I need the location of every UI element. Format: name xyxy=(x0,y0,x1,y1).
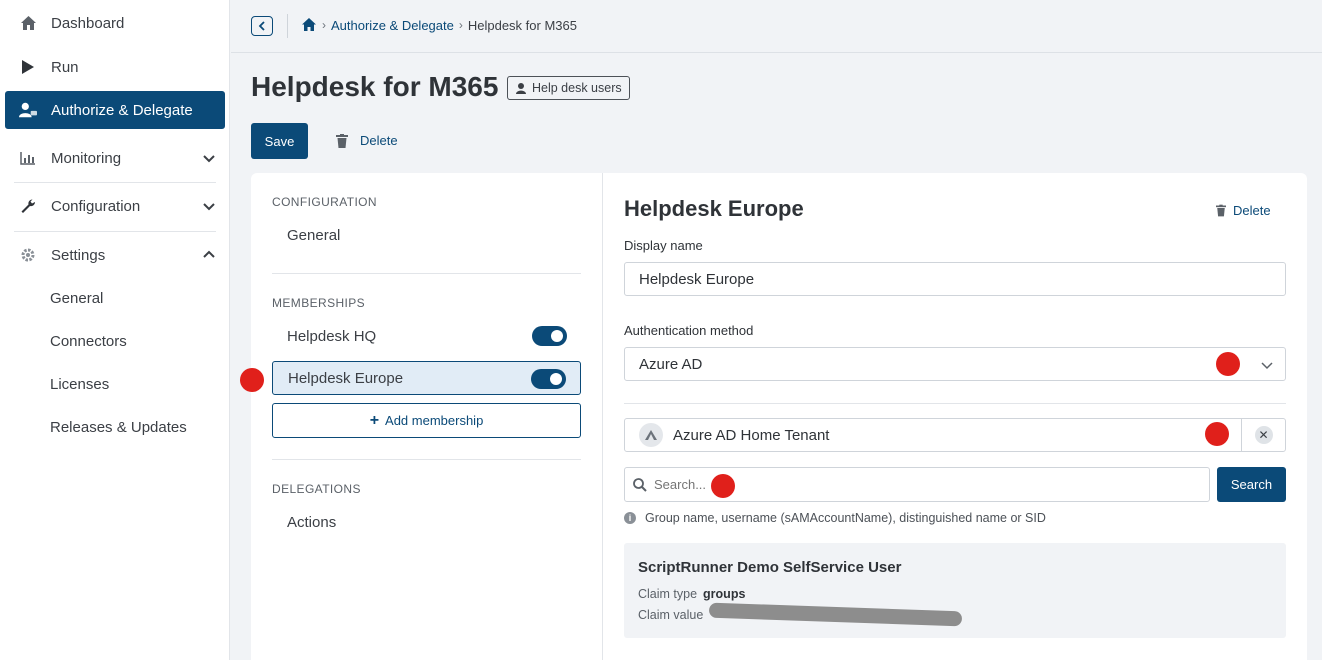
sidebar-item-label: Configuration xyxy=(51,197,141,215)
membership-title: Helpdesk Europe xyxy=(624,196,804,221)
marker-dot xyxy=(1216,352,1240,376)
auth-method-value: Azure AD xyxy=(639,355,703,373)
membership-label: Helpdesk Europe xyxy=(288,369,404,387)
membership-item-selected[interactable]: Helpdesk Europe xyxy=(272,361,581,395)
membership-toggle[interactable] xyxy=(532,326,567,346)
trash-icon xyxy=(336,133,348,148)
close-icon: ✕ xyxy=(1254,426,1273,444)
marker-dot xyxy=(240,368,264,392)
display-name-field[interactable]: Helpdesk Europe xyxy=(624,262,1286,296)
breadcrumb-current: Helpdesk for M365 xyxy=(467,17,577,33)
delete-membership-button[interactable]: Delete xyxy=(1216,203,1271,218)
claim-type-label: Claim type xyxy=(638,587,698,601)
back-button[interactable] xyxy=(251,16,273,36)
marker-dot xyxy=(1205,422,1229,446)
editor-panel: CONFIGURATION General MEMBERSHIPS Helpde… xyxy=(251,173,1307,660)
home-icon xyxy=(19,14,37,32)
section-delegations: DELEGATIONS xyxy=(272,482,361,496)
claim-value-row: Claim value xyxy=(638,608,703,622)
user-key-icon xyxy=(19,101,37,119)
delegation-item-actions[interactable]: Actions xyxy=(287,514,336,531)
delete-label: Delete xyxy=(1233,203,1271,218)
sidebar-item-configuration[interactable]: Configuration xyxy=(5,187,225,225)
display-name-label: Display name xyxy=(624,238,703,253)
sidebar-sub-licenses[interactable]: Licenses xyxy=(50,376,109,393)
sidebar-sub-releases-updates[interactable]: Releases & Updates xyxy=(50,419,187,436)
breadcrumb-separator: › xyxy=(458,18,463,32)
section-memberships: MEMBERSHIPS xyxy=(272,296,366,310)
add-membership-label: Add membership xyxy=(385,413,484,428)
display-name-value: Helpdesk Europe xyxy=(639,270,755,288)
chevron-left-icon xyxy=(258,21,265,31)
play-icon xyxy=(19,58,37,76)
chevron-down-icon[interactable] xyxy=(1259,357,1275,373)
claim-type-value: groups xyxy=(703,587,746,601)
home-icon[interactable] xyxy=(301,17,317,33)
info-icon: i xyxy=(624,512,636,524)
sidebar-item-authorize-delegate[interactable]: Authorize & Delegate xyxy=(5,91,225,129)
wrench-icon xyxy=(19,197,37,215)
breadcrumb: › Authorize & Delegate › Helpdesk for M3… xyxy=(301,17,577,33)
user-icon xyxy=(515,82,527,94)
sidebar-item-dashboard[interactable]: Dashboard xyxy=(5,4,225,42)
nav-divider xyxy=(14,231,216,232)
clear-tenant-button[interactable]: ✕ xyxy=(1241,419,1285,451)
section-divider xyxy=(624,403,1286,404)
save-button[interactable]: Save xyxy=(251,123,308,159)
topbar: › Authorize & Delegate › Helpdesk for M3… xyxy=(231,0,1322,53)
chevron-down-icon[interactable] xyxy=(201,198,217,214)
page-title: Helpdesk for M365 xyxy=(251,71,499,102)
breadcrumb-authorize-delegate[interactable]: Authorize & Delegate xyxy=(331,18,454,33)
section-divider xyxy=(272,459,581,460)
azure-icon xyxy=(639,423,663,447)
hint-text: Group name, username (sAMAccountName), d… xyxy=(645,511,1046,525)
chart-icon xyxy=(19,149,37,167)
search-button[interactable]: Search xyxy=(1217,467,1286,502)
sidebar-item-run[interactable]: Run xyxy=(5,48,225,86)
add-membership-button[interactable]: + Add membership xyxy=(272,403,581,438)
sidebar-item-label: Authorize & Delegate xyxy=(51,101,193,119)
badge-label: Help desk users xyxy=(532,81,622,95)
claim-value-label: Claim value xyxy=(638,608,704,622)
membership-label: Helpdesk HQ xyxy=(287,327,377,345)
sidebar-item-label: Dashboard xyxy=(51,14,125,32)
sidebar: Dashboard Run Authorize & Delegate Monit… xyxy=(0,0,230,660)
membership-toggle[interactable] xyxy=(531,369,566,389)
section-configuration: CONFIGURATION xyxy=(272,195,377,209)
topbar-separator xyxy=(287,14,288,38)
marker-dot xyxy=(711,474,735,498)
sidebar-item-settings[interactable]: Settings xyxy=(5,236,225,274)
tenant-value: Azure AD Home Tenant xyxy=(673,426,830,444)
sidebar-item-label: Run xyxy=(51,58,79,76)
chevron-up-icon[interactable] xyxy=(201,247,217,263)
sidebar-sub-general[interactable]: General xyxy=(50,290,103,307)
trash-icon xyxy=(1216,204,1226,217)
search-result-card[interactable]: ScriptRunner Demo SelfService User Claim… xyxy=(624,543,1286,638)
sidebar-item-monitoring[interactable]: Monitoring xyxy=(5,139,225,177)
role-badge: Help desk users xyxy=(507,76,630,100)
nav-divider xyxy=(14,182,216,183)
sidebar-sub-connectors[interactable]: Connectors xyxy=(50,333,127,350)
gear-icon xyxy=(19,246,37,264)
panel-divider xyxy=(602,173,603,660)
delete-button[interactable]: Delete xyxy=(336,133,398,148)
search-icon xyxy=(633,477,647,492)
chevron-down-icon[interactable] xyxy=(201,150,217,166)
auth-method-label: Authentication method xyxy=(624,323,754,338)
section-divider xyxy=(272,273,581,274)
redaction-bar xyxy=(708,602,963,627)
config-item-general[interactable]: General xyxy=(287,227,340,244)
sidebar-item-label: Monitoring xyxy=(51,149,122,167)
search-hint: i Group name, username (sAMAccountName),… xyxy=(624,511,1046,525)
sidebar-item-label: Settings xyxy=(51,246,106,264)
breadcrumb-separator: › xyxy=(322,18,326,32)
auth-method-select[interactable]: Azure AD xyxy=(624,347,1286,381)
delete-label: Delete xyxy=(360,133,398,148)
tenant-select[interactable]: Azure AD Home Tenant ✕ xyxy=(624,418,1286,452)
result-title: ScriptRunner Demo SelfService User xyxy=(638,559,902,576)
claim-type-row: Claim type groups xyxy=(638,587,745,601)
membership-item[interactable]: Helpdesk HQ xyxy=(272,319,581,353)
plus-icon: + xyxy=(369,411,380,429)
